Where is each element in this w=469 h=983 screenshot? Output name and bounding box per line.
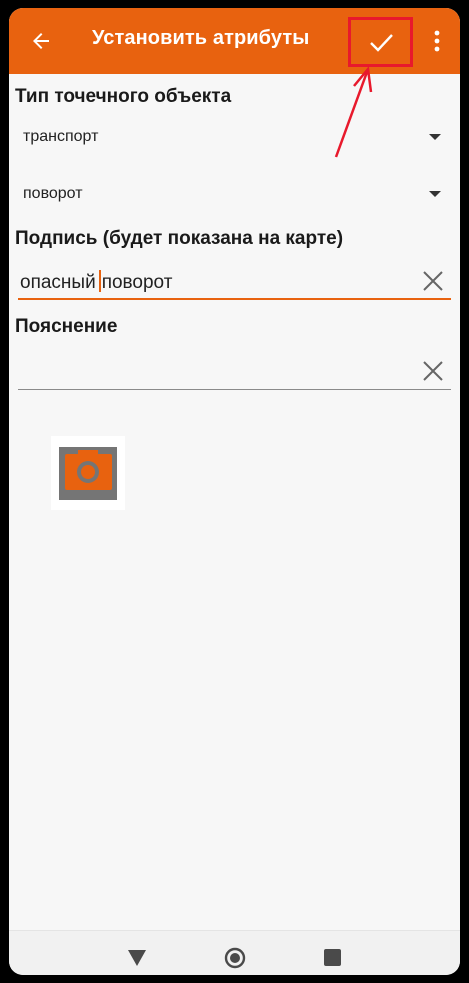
dropdown-arrow-icon [429, 134, 441, 140]
caption-text-after: поворот [101, 272, 173, 293]
back-triangle-icon[interactable] [128, 950, 146, 966]
clear-icon[interactable] [421, 269, 445, 293]
note-label: Пояснение [15, 316, 118, 337]
more-vert-icon[interactable] [427, 28, 447, 54]
add-photo-button[interactable] [51, 436, 125, 510]
category-value: транспорт [23, 128, 99, 145]
recents-square-icon[interactable] [324, 949, 341, 966]
camera-icon [59, 447, 117, 500]
caption-input[interactable]: опасный поворот [18, 262, 451, 300]
subtype-value: поворот [23, 185, 83, 202]
home-circle-icon[interactable] [224, 947, 246, 969]
arrow-left-icon[interactable] [29, 29, 53, 53]
note-input[interactable] [18, 352, 451, 390]
dropdown-arrow-icon [429, 191, 441, 197]
caption-value: опасный поворот [20, 270, 172, 294]
caption-text-before: опасный [20, 272, 96, 293]
system-nav-bar [9, 930, 460, 975]
caption-label: Подпись (будет показана на карте) [15, 228, 344, 249]
subtype-dropdown[interactable]: поворот [15, 179, 445, 211]
type-label: Тип точечного объекта [15, 86, 232, 107]
text-cursor [98, 270, 101, 292]
note-underline [18, 389, 451, 390]
app-screen: Установить атрибуты Тип точечного объект… [9, 8, 460, 975]
caption-underline [18, 298, 451, 300]
category-dropdown[interactable]: транспорт [15, 122, 445, 154]
clear-icon[interactable] [421, 359, 445, 383]
page-title: Установить атрибуты [92, 27, 310, 49]
highlight-box [348, 17, 413, 67]
